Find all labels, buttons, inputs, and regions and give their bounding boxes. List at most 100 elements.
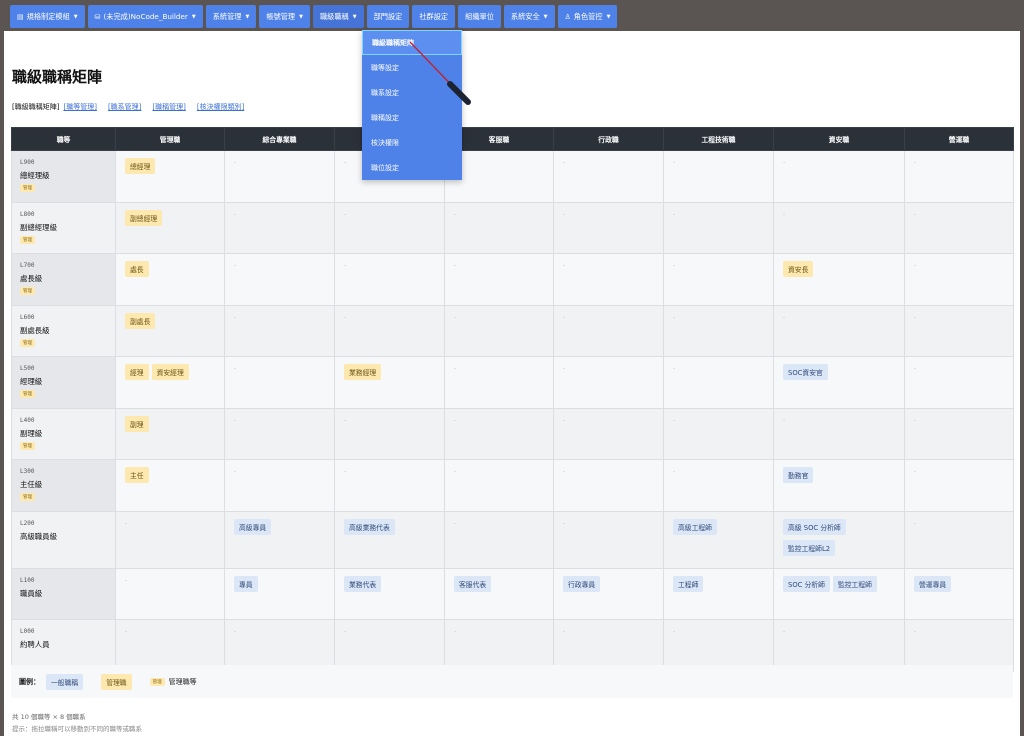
job-title-tag[interactable]: 副理 xyxy=(125,415,149,432)
matrix-cell[interactable]: 經理 資安經理 xyxy=(115,356,225,409)
matrix-cell[interactable]: - xyxy=(904,201,1014,254)
matrix-cell[interactable]: - xyxy=(224,201,335,254)
nav-item-3[interactable]: 帳號管理 ▼ xyxy=(259,5,310,28)
nav-item-6[interactable]: 社群設定 xyxy=(412,5,456,28)
matrix-cell[interactable]: - xyxy=(904,356,1014,409)
matrix-cell[interactable]: - xyxy=(904,304,1014,357)
matrix-cell[interactable]: - xyxy=(224,407,335,460)
nav-item-1[interactable]: ⛁ (未完成)NoCode_Builder ▼ xyxy=(87,5,203,28)
job-title-tag[interactable]: 處長 xyxy=(125,261,149,277)
job-title-tag[interactable]: 監控工程師 xyxy=(832,575,877,592)
matrix-cell[interactable]: - xyxy=(115,567,225,620)
matrix-cell[interactable]: - xyxy=(115,510,225,569)
matrix-cell[interactable]: - xyxy=(663,619,774,672)
matrix-cell[interactable]: 專員 xyxy=(224,567,335,620)
matrix-cell[interactable]: - xyxy=(224,253,335,306)
job-title-tag[interactable]: 業務代表 xyxy=(344,575,382,592)
matrix-cell[interactable]: 業務代表 xyxy=(334,567,445,620)
matrix-cell[interactable]: SOC資安官 xyxy=(773,356,905,409)
matrix-cell[interactable]: - xyxy=(444,304,554,357)
matrix-cell[interactable]: - xyxy=(334,459,445,512)
matrix-cell[interactable]: 總經理 xyxy=(115,150,225,203)
job-title-tag[interactable]: 專員 xyxy=(234,575,258,592)
job-title-tag[interactable]: 行政專員 xyxy=(563,575,601,592)
nav-item-5[interactable]: 部門設定 xyxy=(366,5,410,28)
matrix-cell[interactable]: - xyxy=(904,459,1014,512)
job-title-tag[interactable]: 客服代表 xyxy=(454,575,492,592)
job-title-tag[interactable]: 勤務官 xyxy=(783,467,814,483)
nav-item-8[interactable]: 系統安全 ▼ xyxy=(503,5,555,28)
matrix-cell[interactable]: 高級業務代表 xyxy=(334,510,445,569)
job-title-tag[interactable]: 工程師 xyxy=(673,575,704,592)
nav-item-0[interactable]: ▤ 規格制定模組 ▼ xyxy=(10,5,85,28)
matrix-cell[interactable]: - xyxy=(444,253,554,306)
subnav-link-series[interactable]: [職系管理] xyxy=(108,103,141,111)
matrix-cell[interactable]: 行政專員 xyxy=(553,567,664,620)
matrix-cell[interactable]: - xyxy=(663,356,774,409)
job-title-tag[interactable]: 主任 xyxy=(125,467,149,483)
matrix-cell[interactable]: - xyxy=(334,619,445,672)
job-title-tag[interactable]: 營運專員 xyxy=(914,575,952,592)
matrix-cell[interactable]: - xyxy=(115,619,225,672)
matrix-cell[interactable]: - xyxy=(444,459,554,512)
job-title-tag[interactable]: 副處長 xyxy=(125,312,156,329)
matrix-cell[interactable]: - xyxy=(224,356,335,409)
matrix-cell[interactable]: - xyxy=(224,304,335,357)
job-title-tag[interactable]: 總經理 xyxy=(125,158,156,174)
matrix-cell[interactable]: - xyxy=(553,253,664,306)
matrix-cell[interactable]: 副處長 xyxy=(115,304,225,357)
matrix-cell[interactable]: 客服代表 xyxy=(444,567,554,620)
matrix-cell[interactable]: - xyxy=(553,407,664,460)
matrix-cell[interactable]: - xyxy=(334,253,445,306)
matrix-cell[interactable]: 營運專員 xyxy=(904,567,1014,620)
matrix-cell[interactable]: - xyxy=(773,407,905,460)
matrix-cell[interactable]: - xyxy=(553,201,664,254)
matrix-cell[interactable]: 主任 xyxy=(115,459,225,512)
subnav-link-grade[interactable]: [職等管理] xyxy=(63,103,96,111)
matrix-cell[interactable]: - xyxy=(663,459,774,512)
job-title-tag[interactable]: 資安長 xyxy=(783,261,814,277)
matrix-cell[interactable]: - xyxy=(904,150,1014,203)
matrix-cell[interactable]: - xyxy=(904,253,1014,306)
matrix-cell[interactable]: - xyxy=(553,304,664,357)
matrix-cell[interactable]: 處長 xyxy=(115,253,225,306)
matrix-cell[interactable]: - xyxy=(904,407,1014,460)
matrix-cell[interactable]: - xyxy=(663,253,774,306)
job-title-tag[interactable]: 高級工程師 xyxy=(673,518,717,535)
job-title-tag[interactable]: 監控工程師L2 xyxy=(783,539,836,556)
dropdown-item-4[interactable]: 核決權限 xyxy=(362,130,462,155)
matrix-cell[interactable]: - xyxy=(444,510,554,569)
subnav-link-approval[interactable]: [核決權限類別] xyxy=(197,103,244,111)
matrix-cell[interactable]: 勤務官 xyxy=(773,459,905,512)
matrix-cell[interactable]: - xyxy=(444,619,554,672)
matrix-cell[interactable]: - xyxy=(553,510,664,569)
matrix-cell[interactable]: - xyxy=(553,459,664,512)
matrix-cell[interactable]: - xyxy=(224,150,335,203)
matrix-cell[interactable]: - xyxy=(663,201,774,254)
matrix-cell[interactable]: 高級 SOC 分析師監控工程師L2 xyxy=(773,510,905,569)
matrix-cell[interactable]: - xyxy=(553,619,664,672)
matrix-cell[interactable]: - xyxy=(334,201,445,254)
matrix-cell[interactable]: - xyxy=(904,619,1014,672)
job-title-tag[interactable]: 高級 SOC 分析師 xyxy=(783,518,846,535)
matrix-cell[interactable]: 工程師 xyxy=(663,567,774,620)
matrix-cell[interactable]: - xyxy=(663,304,774,357)
matrix-cell[interactable]: 副理 xyxy=(115,407,225,460)
matrix-cell[interactable]: - xyxy=(224,459,335,512)
nav-item-9[interactable]: ♙ 角色管控 ▼ xyxy=(557,5,618,28)
job-title-tag[interactable]: 高級專員 xyxy=(234,518,272,535)
matrix-cell[interactable]: - xyxy=(773,304,905,357)
matrix-cell[interactable]: - xyxy=(444,407,554,460)
matrix-cell[interactable]: SOC 分析師 監控工程師 xyxy=(773,567,905,620)
nav-item-7[interactable]: 組織單位 xyxy=(458,5,501,28)
matrix-cell[interactable]: - xyxy=(444,356,554,409)
job-title-tag[interactable]: SOC資安官 xyxy=(783,364,828,380)
matrix-cell[interactable]: 資安長 xyxy=(773,253,905,306)
matrix-cell[interactable]: - xyxy=(773,201,905,254)
matrix-cell[interactable]: - xyxy=(444,201,554,254)
job-title-tag[interactable]: 資安經理 xyxy=(151,364,189,380)
matrix-cell[interactable]: 副總經理 xyxy=(115,201,225,254)
matrix-cell[interactable]: 高級專員 xyxy=(224,510,335,569)
matrix-cell[interactable]: - xyxy=(773,150,905,203)
matrix-cell[interactable]: - xyxy=(663,150,774,203)
